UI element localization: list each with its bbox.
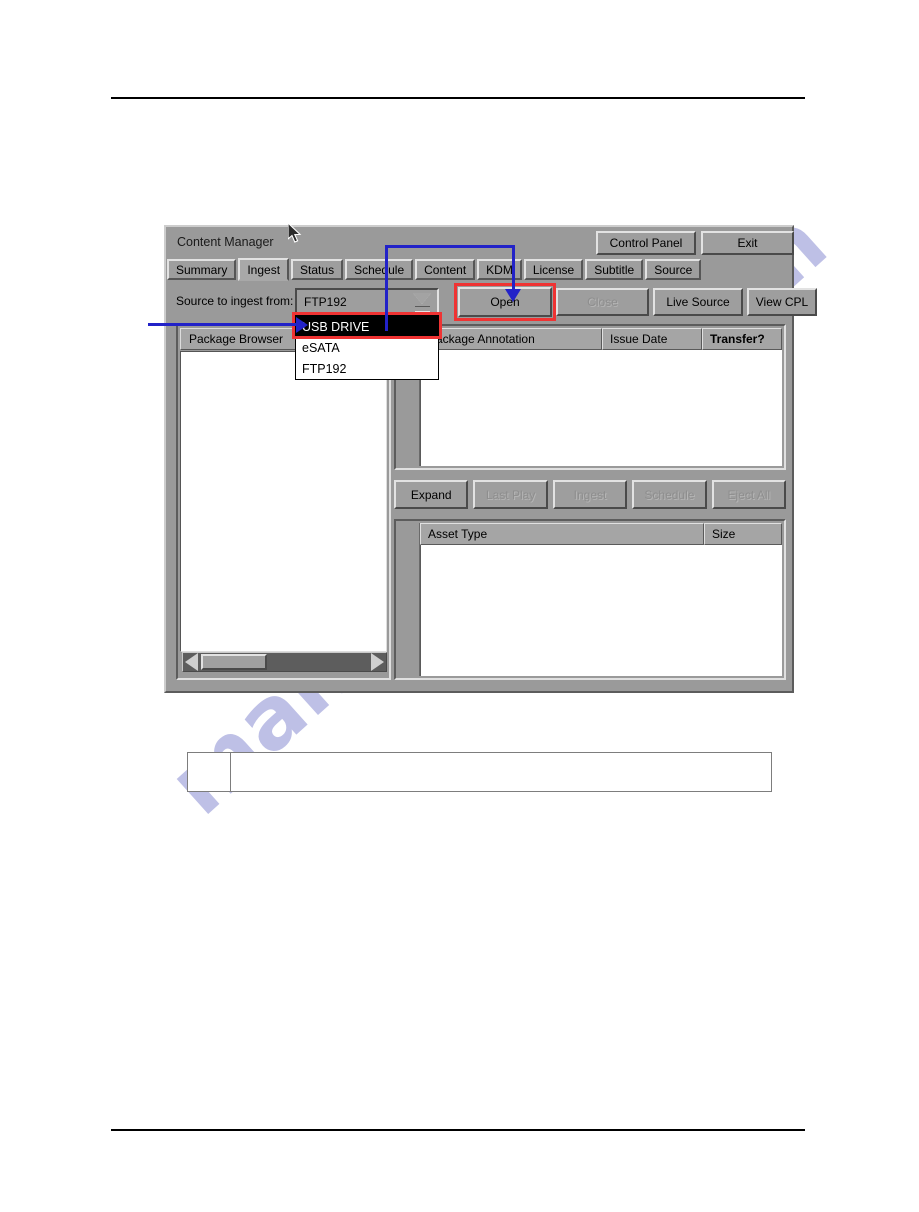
column-header-issue-date[interactable]: Issue Date [602, 328, 702, 350]
asset-table-body[interactable] [420, 545, 782, 676]
action-button-row: Expand Last Play Ingest Schedule Eject A… [394, 478, 787, 511]
exit-button[interactable]: Exit [701, 231, 794, 255]
chevron-down-icon [412, 293, 432, 313]
package-table-panel: Package Annotation Issue Date Transfer? [394, 324, 786, 470]
package-browser-horizontal-scrollbar[interactable] [182, 652, 387, 672]
column-header-transfer[interactable]: Transfer? [702, 328, 782, 350]
tab-status[interactable]: Status [291, 259, 344, 280]
asset-table-header-row: Asset Type Size [420, 523, 782, 545]
content-manager-window: Content Manager Control Panel Exit Summa… [164, 225, 817, 693]
ingest-button: Ingest [552, 480, 628, 509]
dropdown-option-usb-drive[interactable]: USB DRIVE [296, 316, 438, 337]
source-select[interactable]: FTP192 [295, 288, 439, 315]
dropdown-option-esata[interactable]: eSATA [296, 337, 438, 358]
tab-strip: Summary Ingest Status Schedule Content K… [167, 258, 703, 281]
last-play-button: Last Play [473, 480, 548, 509]
tab-schedule[interactable]: Schedule [345, 259, 414, 280]
tab-source[interactable]: Source [645, 259, 702, 280]
column-header-asset-type[interactable]: Asset Type [420, 523, 704, 545]
column-header-size[interactable]: Size [704, 523, 782, 545]
source-dropdown-list[interactable]: USB DRIVE eSATA FTP192 [295, 315, 439, 380]
schedule-button: Schedule [632, 480, 707, 509]
tab-ingest[interactable]: Ingest [238, 258, 290, 281]
asset-table-panel: Asset Type Size [394, 519, 786, 680]
scroll-right-arrow-icon[interactable] [371, 653, 384, 671]
package-table-header-row: Package Annotation Issue Date Transfer? [420, 328, 782, 350]
source-to-ingest-from-label: Source to ingest from: [176, 294, 294, 308]
expand-button[interactable]: Expand [394, 480, 469, 509]
control-panel-button[interactable]: Control Panel [596, 231, 696, 255]
asset-table-side-strip [398, 523, 420, 676]
source-selection-row: Source to ingest from: FTP192 Open Close… [166, 283, 817, 321]
column-header-package-annotation[interactable]: Package Annotation [420, 328, 602, 350]
view-cpl-button[interactable]: View CPL [747, 288, 817, 316]
window-title: Content Manager [177, 235, 274, 249]
tab-kdm[interactable]: KDM [477, 259, 522, 280]
package-browser-list[interactable] [180, 351, 387, 652]
page-header-rule [111, 97, 805, 99]
close-button: Close [556, 288, 649, 316]
scrollbar-thumb[interactable] [201, 654, 267, 670]
tab-license[interactable]: License [523, 259, 584, 280]
source-select-value: FTP192 [304, 294, 347, 309]
open-button[interactable]: Open [458, 287, 552, 317]
tab-summary[interactable]: Summary [167, 259, 237, 280]
live-source-button[interactable]: Live Source [653, 288, 743, 316]
tab-subtitle[interactable]: Subtitle [585, 259, 644, 280]
page-footer-rule [111, 1129, 805, 1131]
note-table-text-cell [231, 753, 771, 791]
note-table-number-cell [188, 753, 231, 791]
scroll-left-arrow-icon[interactable] [185, 653, 198, 671]
note-table [187, 752, 772, 792]
tab-content[interactable]: Content [415, 259, 476, 280]
eject-all-button: Eject All [711, 480, 787, 509]
window-title-bar: Content Manager Control Panel Exit [166, 227, 794, 259]
package-table-body[interactable] [420, 350, 782, 466]
dropdown-option-ftp192[interactable]: FTP192 [296, 358, 438, 379]
